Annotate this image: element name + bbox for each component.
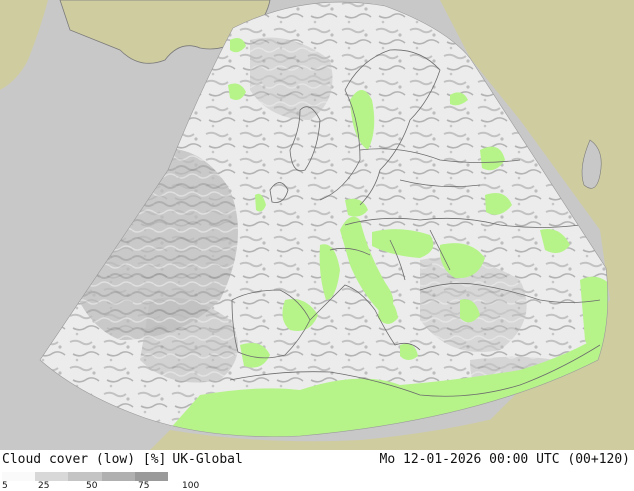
legend-swatch-5 — [2, 472, 36, 481]
legend-labels: 5 25 50 75 100 — [0, 481, 220, 491]
model-label: UK-Global — [172, 452, 243, 467]
map-title: Cloud cover (low) [%] UK-Global — [2, 452, 243, 467]
legend-swatch-75 — [101, 472, 135, 481]
legend-swatch-100 — [134, 472, 169, 481]
map — [0, 0, 634, 450]
valid-time: Mo 12-01-2026 00:00 UTC (00+120) — [379, 452, 630, 467]
variable-label: Cloud cover (low) [%] — [2, 452, 167, 467]
legend-swatch-50 — [68, 472, 102, 481]
legend-swatch-25 — [35, 472, 69, 481]
legend-colorbar — [2, 472, 169, 481]
